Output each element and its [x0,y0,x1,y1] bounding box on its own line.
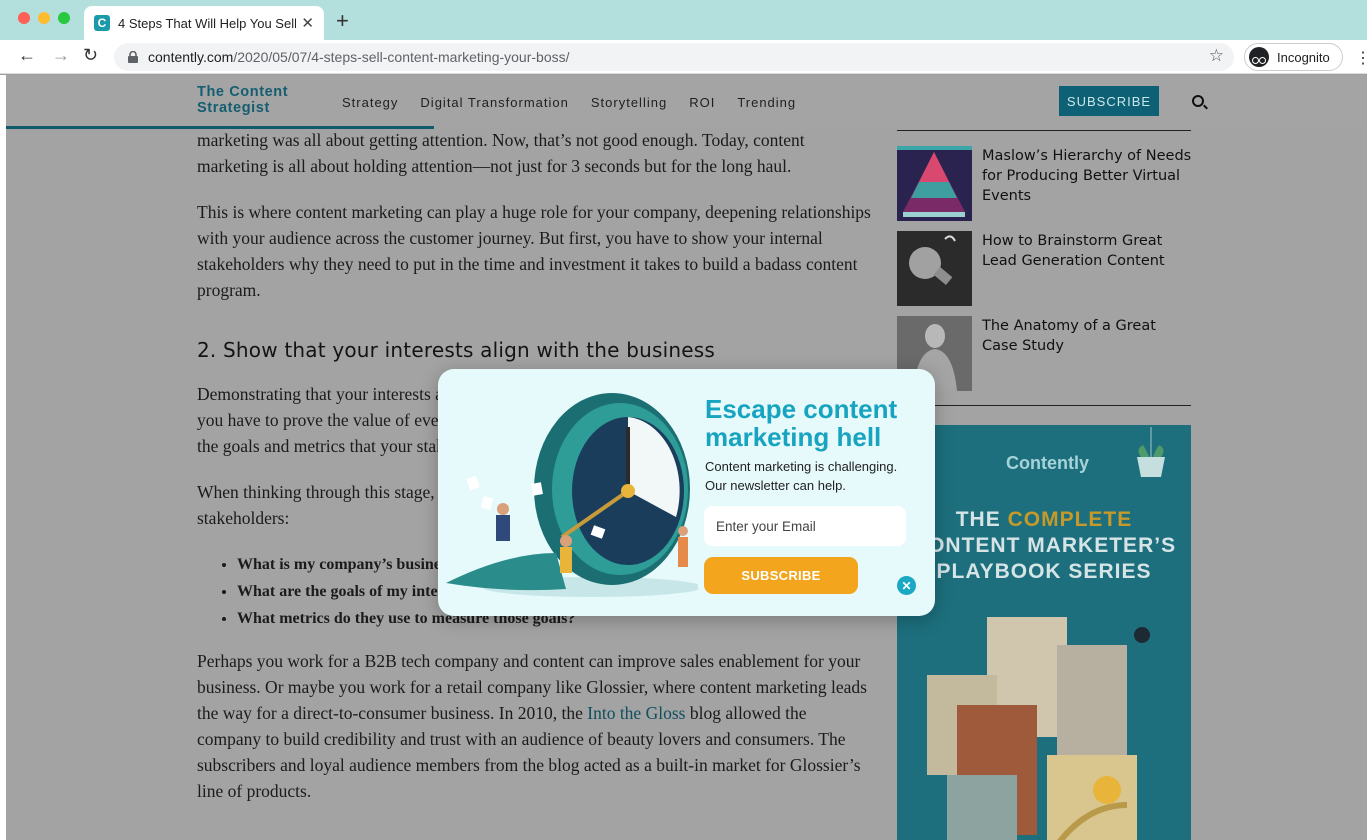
promo-title-line: PLAYBOOK SERIES [936,560,1152,583]
minimize-window-button[interactable] [38,12,50,24]
playbook-promo-banner[interactable]: Contently THE COMPLETE CONTENT MARKETER’… [897,425,1191,840]
clock-people-illustration [446,393,698,597]
promo-title-highlight: COMPLETE [1007,508,1133,531]
nav-strategy[interactable]: Strategy [342,95,398,110]
browser-tab[interactable]: C 4 Steps That Will Help You Sell ✕ [84,6,324,40]
article-subheading: 2. Show that your interests align with t… [197,338,716,362]
popup-subscribe-button[interactable]: SUBSCRIBE [704,557,858,594]
promo-title-line: CONTENT MARKETER’S [911,534,1177,557]
related-article-1[interactable]: Maslow’s Hierarchy of Needs for Producin… [897,146,1191,222]
incognito-icon [1249,47,1269,67]
reload-icon[interactable]: ↻ [83,45,98,66]
popup-description-line: Our newsletter can help. [705,478,846,493]
close-window-button[interactable] [18,12,30,24]
maslow-pyramid-thumbnail [897,146,972,221]
nav-storytelling[interactable]: Storytelling [591,95,667,110]
incognito-label: Incognito [1277,49,1330,65]
address-bar[interactable]: contently.com/2020/05/07/4-steps-sell-co… [114,43,1234,71]
url-text: contently.com/2020/05/07/4-steps-sell-co… [148,49,570,65]
into-the-gloss-link[interactable]: Into the Gloss [587,703,685,723]
nav-trending[interactable]: Trending [737,95,796,110]
light-bulb-thumbnail [897,231,972,306]
forward-icon[interactable]: → [52,45,70,66]
favicon-icon: C [94,15,110,31]
site-header: The Content Strategist Strategy Digital … [6,75,1367,129]
promo-brand: Contently [1006,453,1089,473]
site-logo[interactable]: The Content Strategist [197,84,307,116]
site-nav: Strategy Digital Transformation Storytel… [342,95,796,110]
popup-description-line: Content marketing is challenging. [705,459,898,474]
related-article-title: The Anatomy of a Great Case Study [982,318,1156,354]
promo-title-line: THE COMPLETE [897,507,1191,533]
browser-menu-icon[interactable]: ⋮ [1355,48,1367,68]
back-icon[interactable]: ← [18,45,36,66]
playbook-books-illustration [927,617,1150,840]
browser-tabstrip: C 4 Steps That Will Help You Sell ✕ + [0,0,1367,40]
related-article-title: Maslow’s Hierarchy of Needs for Producin… [982,148,1192,204]
related-article-2[interactable]: How to Brainstorm Great Lead Generation … [897,231,1191,307]
related-article-title: How to Brainstorm Great Lead Generation … [982,233,1165,269]
new-tab-icon[interactable]: + [336,8,349,34]
maximize-window-button[interactable] [58,12,70,24]
bookmark-star-icon[interactable]: ☆ [1209,46,1224,66]
tab-title: 4 Steps That Will Help You Sell [118,15,296,31]
related-article-3[interactable]: The Anatomy of a Great Case Study [897,316,1191,392]
newsletter-popup: Escape content marketing hell Content ma… [438,369,935,616]
browser-toolbar: ← → ↻ contently.com/2020/05/07/4-steps-s… [0,40,1367,74]
article-paragraph: This is where content marketing can play… [197,202,871,300]
incognito-badge[interactable]: Incognito [1244,43,1343,71]
close-icon[interactable]: ✕ [897,576,916,595]
promo-title: THE COMPLETE CONTENT MARKETER’S PLAYBOOK… [897,507,1191,585]
article-paragraph: Perhaps you work for a B2B tech company … [197,648,872,804]
search-icon[interactable] [1192,95,1204,107]
header-subscribe-button[interactable]: SUBSCRIBE [1059,86,1159,116]
sidebar-divider [897,405,1191,406]
url-path: /2020/05/07/4-steps-sell-content-marketi… [233,49,570,65]
hanging-plant-icon [1137,427,1165,477]
tab-close-icon[interactable]: ✕ [301,14,314,32]
popup-description: Content marketing is challenging. Our ne… [705,457,897,495]
popup-heading: Escape content marketing hell [705,394,898,452]
nav-roi[interactable]: ROI [689,95,715,110]
email-field[interactable] [704,506,906,546]
nav-digital-transformation[interactable]: Digital Transformation [420,95,568,110]
promo-title-text: THE [955,508,1008,531]
article-paragraph: marketing was all about getting attentio… [197,130,805,176]
lock-icon [128,51,138,63]
url-host: contently.com [148,49,234,65]
sidebar-divider [897,130,1191,131]
